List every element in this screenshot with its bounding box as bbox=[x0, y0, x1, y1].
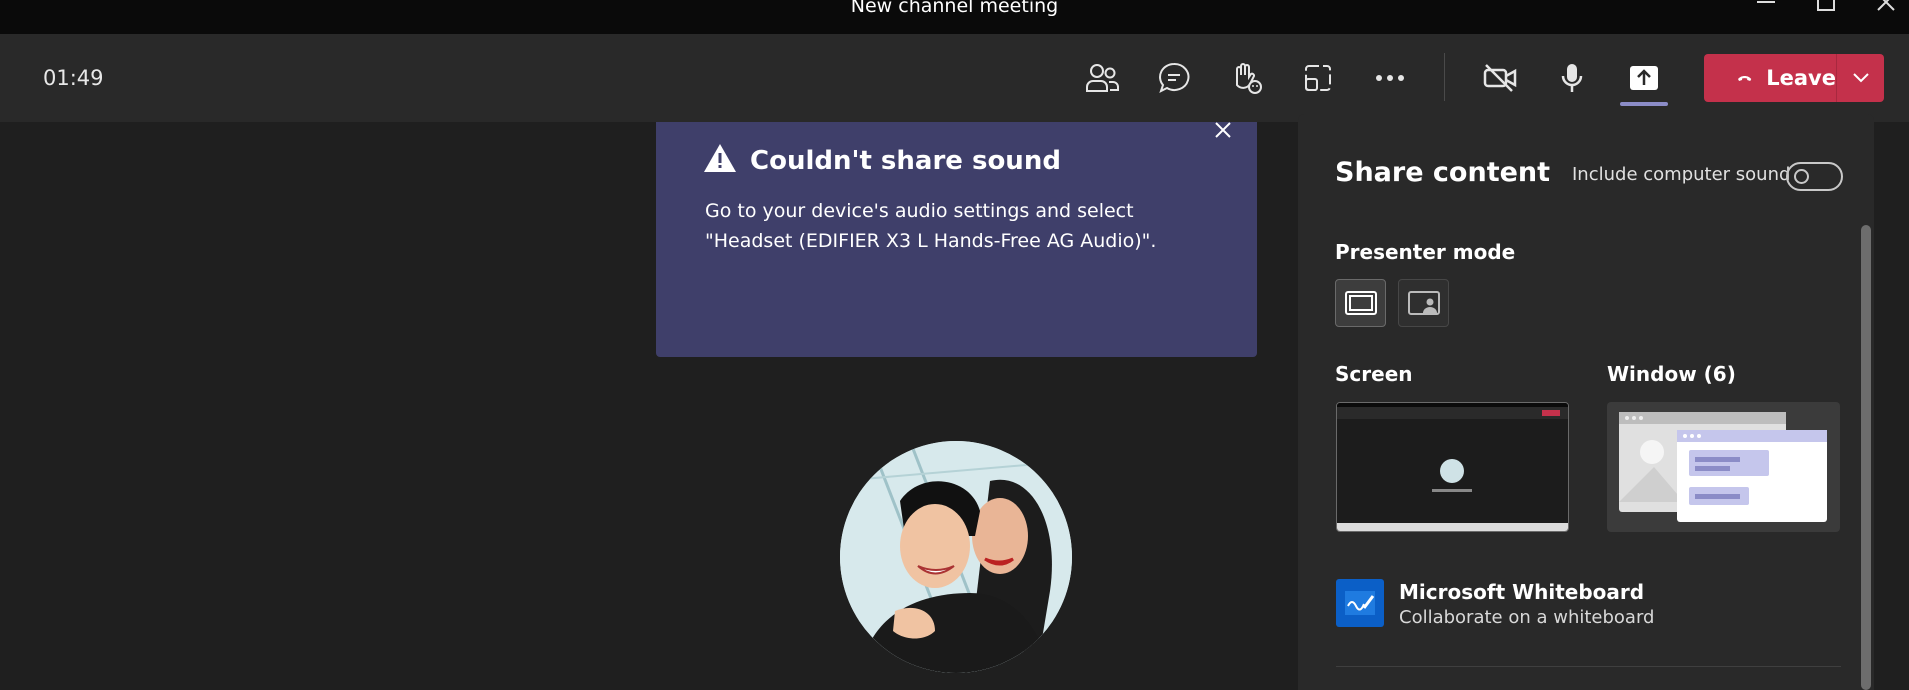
window-titlebar: New channel meeting bbox=[0, 0, 1909, 34]
camera-button[interactable] bbox=[1478, 56, 1522, 100]
microphone-button[interactable] bbox=[1550, 56, 1594, 100]
meeting-timer: 01:49 bbox=[43, 66, 104, 90]
people-icon bbox=[1086, 64, 1119, 92]
minimize-button[interactable] bbox=[1746, 0, 1786, 14]
toolbar-divider bbox=[1444, 53, 1445, 101]
share-content-button[interactable] bbox=[1622, 56, 1666, 100]
close-icon bbox=[1215, 122, 1231, 138]
view-icon bbox=[1305, 65, 1331, 91]
panel-title: Share content bbox=[1335, 157, 1551, 188]
raise-hand-icon bbox=[1236, 63, 1262, 94]
leave-button[interactable]: Leave bbox=[1704, 54, 1836, 102]
phone-hangup-icon bbox=[1738, 75, 1752, 82]
close-window-button[interactable] bbox=[1866, 0, 1906, 14]
whiteboard-subtitle: Collaborate on a whiteboard bbox=[1399, 607, 1655, 628]
standout-icon bbox=[1407, 291, 1440, 315]
share-icon bbox=[1630, 66, 1658, 90]
include-sound-label: Include computer sound bbox=[1572, 164, 1791, 185]
presenter-mode-label: Presenter mode bbox=[1335, 240, 1516, 264]
more-icon bbox=[1376, 75, 1404, 81]
reactions-button[interactable] bbox=[1224, 56, 1268, 100]
window-label: Window (6) bbox=[1607, 362, 1736, 386]
chat-button[interactable] bbox=[1152, 56, 1196, 100]
presenter-mode-standout[interactable] bbox=[1398, 279, 1449, 327]
warning-icon bbox=[704, 144, 736, 172]
view-button[interactable] bbox=[1296, 56, 1340, 100]
window-title: New channel meeting bbox=[850, 0, 1059, 17]
more-actions-button[interactable] bbox=[1368, 56, 1412, 100]
maximize-icon bbox=[1817, 0, 1835, 11]
leave-label: Leave bbox=[1766, 66, 1836, 90]
avatar-illustration bbox=[840, 441, 1072, 673]
window-share-thumbnail[interactable] bbox=[1607, 402, 1840, 532]
whiteboard-title[interactable]: Microsoft Whiteboard bbox=[1399, 580, 1644, 604]
leave-options-button[interactable] bbox=[1837, 54, 1884, 102]
share-active-indicator bbox=[1620, 102, 1668, 106]
participant-avatar bbox=[840, 441, 1072, 673]
maximize-button[interactable] bbox=[1806, 0, 1846, 14]
window-preview-icon bbox=[1619, 412, 1827, 522]
leave-button-group: Leave bbox=[1704, 54, 1884, 102]
panel-divider bbox=[1336, 666, 1841, 667]
camera-off-icon bbox=[1483, 64, 1517, 92]
panel-scrollbar[interactable] bbox=[1861, 225, 1871, 690]
minimize-icon bbox=[1757, 1, 1775, 3]
mic-icon bbox=[1561, 64, 1583, 92]
screen-share-thumbnail[interactable] bbox=[1336, 402, 1569, 532]
chevron-down-icon bbox=[1852, 73, 1869, 83]
screen-label: Screen bbox=[1335, 362, 1413, 386]
participants-button[interactable] bbox=[1080, 56, 1124, 100]
toast-close-button[interactable] bbox=[1210, 117, 1236, 143]
toggle-knob bbox=[1794, 169, 1809, 184]
include-sound-toggle[interactable] bbox=[1786, 162, 1843, 191]
toast-message: Go to your device's audio settings and s… bbox=[705, 200, 1157, 252]
chat-icon bbox=[1159, 62, 1190, 93]
toast-title: Couldn't share sound bbox=[750, 146, 1061, 176]
close-icon bbox=[1877, 0, 1895, 11]
whiteboard-app-icon[interactable] bbox=[1336, 579, 1384, 627]
presenter-mode-content-only[interactable] bbox=[1335, 279, 1386, 327]
content-only-icon bbox=[1344, 291, 1377, 315]
screen-preview bbox=[1337, 403, 1568, 531]
whiteboard-icon bbox=[1345, 591, 1375, 615]
